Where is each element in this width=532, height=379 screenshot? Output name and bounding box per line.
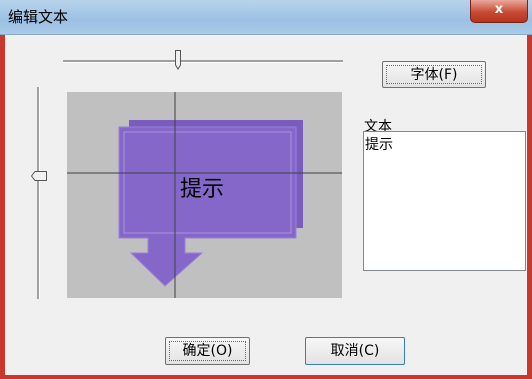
callout-preview[interactable]: 提示 [67, 92, 342, 298]
callout-bubble-shape [118, 126, 297, 287]
window-title: 编辑文本 [8, 8, 69, 26]
font-button-label: 字体(F) [386, 65, 482, 84]
dialog-client-area: 字体(F) 提示 文本 提示 确定(O) 取消(C) [5, 35, 527, 375]
close-icon: x [494, 2, 504, 17]
cancel-button[interactable]: 取消(C) [305, 337, 405, 365]
font-button[interactable]: 字体(F) [382, 61, 486, 88]
edit-text-dialog: 编辑文本 x 字体(F) 提示 文本 提示 确定(O) 取消(C) [0, 0, 532, 379]
vertical-position-slider[interactable] [37, 87, 40, 299]
text-input[interactable]: 提示 [363, 131, 526, 271]
horizontal-position-slider[interactable] [63, 60, 343, 63]
ok-button[interactable]: 确定(O) [165, 337, 250, 365]
preview-area: 提示 [67, 92, 342, 298]
cancel-button-label: 取消(C) [330, 343, 380, 359]
callout-text: 提示 [180, 177, 224, 202]
horizontal-slider-thumb[interactable] [175, 50, 181, 70]
close-button[interactable]: x [470, 0, 528, 23]
vertical-slider-thumb[interactable] [31, 171, 47, 181]
ok-button-label: 确定(O) [169, 341, 246, 361]
title-bar[interactable]: 编辑文本 x [0, 0, 532, 35]
